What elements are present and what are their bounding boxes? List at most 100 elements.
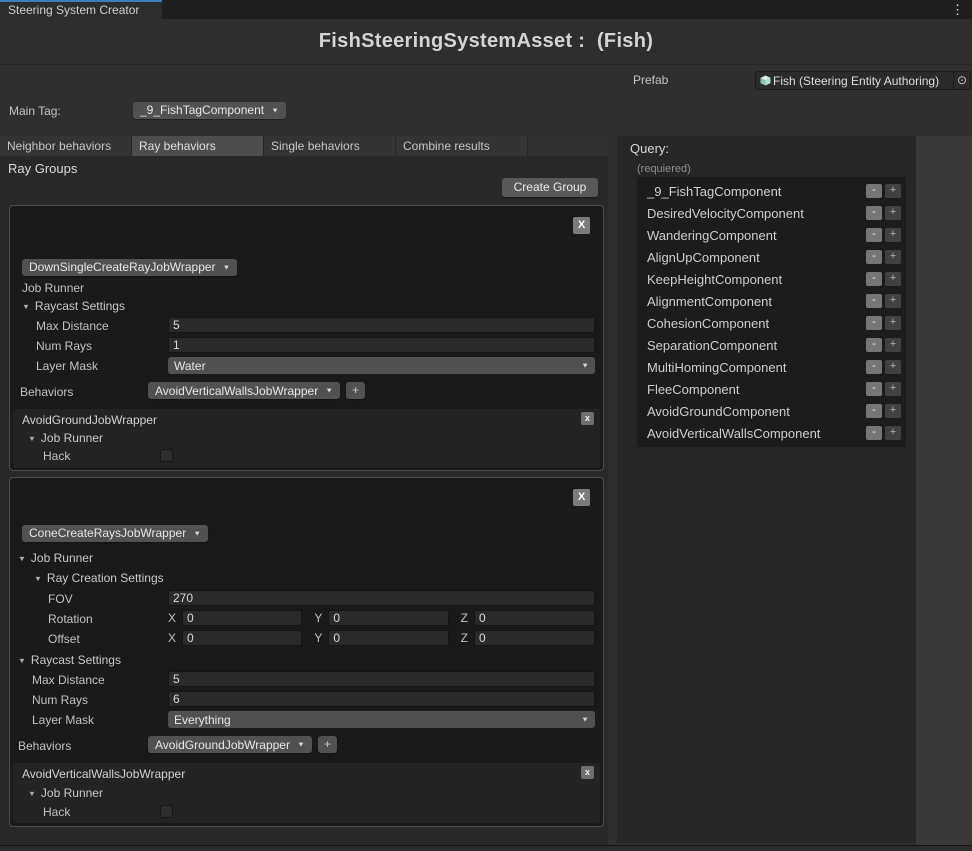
chevron-down-icon: ▼	[297, 741, 305, 749]
max-distance-field[interactable]: 5	[168, 671, 595, 687]
window-tabbar: Steering System Creator ⋮	[0, 0, 972, 19]
foldout-arrow-icon: ▼	[28, 789, 36, 797]
component-minus-button[interactable]: -	[866, 206, 882, 220]
behavior-select-dropdown[interactable]: AvoidVerticalWallsJobWrapper ▼	[148, 382, 340, 399]
component-minus-button[interactable]: -	[866, 294, 882, 308]
tab-label: Combine results	[403, 139, 490, 153]
component-plus-button[interactable]: +	[885, 338, 901, 352]
hack-label: Hack	[43, 449, 70, 463]
max-distance-field[interactable]: 5	[168, 317, 595, 333]
offset-y-cell: Y 0	[314, 630, 448, 646]
steering-system-creator-window: Steering System Creator ⋮ FishSteeringSy…	[0, 0, 972, 851]
add-behavior-button[interactable]: +	[318, 736, 337, 753]
axis-z-label: Z	[461, 631, 468, 645]
component-name: WanderingComponent	[647, 228, 866, 243]
remove-group-button[interactable]: X	[573, 217, 590, 234]
offset-y-field[interactable]: 0	[328, 630, 448, 646]
window-tab-label: Steering System Creator	[8, 3, 139, 17]
window-tab-steering-system-creator[interactable]: Steering System Creator	[0, 0, 162, 19]
remove-behavior-button[interactable]: x	[581, 766, 594, 779]
offset-x-cell: X 0	[168, 630, 302, 646]
component-plus-button[interactable]: +	[885, 382, 901, 396]
prefab-object-field[interactable]: Fish (Steering Entity Authoring) ⊙	[755, 71, 971, 90]
remove-behavior-button[interactable]: x	[581, 412, 594, 425]
component-plus-button[interactable]: +	[885, 272, 901, 286]
rotation-y-cell: Y 0	[314, 610, 448, 626]
component-minus-button[interactable]: -	[866, 228, 882, 242]
tab-ray-behaviors[interactable]: Ray behaviors	[132, 136, 264, 156]
kebab-menu-icon[interactable]: ⋮	[951, 1, 964, 18]
component-minus-button[interactable]: -	[866, 316, 882, 330]
layer-mask-value: Everything	[174, 713, 231, 727]
behavior-item-avoidverticalwalls: AvoidVerticalWallsJobWrapper x ▼ Job Run…	[13, 763, 600, 823]
component-plus-button[interactable]: +	[885, 316, 901, 330]
main-tag-label: Main Tag:	[9, 104, 61, 118]
create-group-button[interactable]: Create Group	[502, 178, 598, 197]
tab-combine-results[interactable]: Combine results	[396, 136, 528, 156]
ray-wrapper-dropdown[interactable]: DownSingleCreateRayJobWrapper ▼	[22, 259, 237, 276]
component-plus-button[interactable]: +	[885, 426, 901, 440]
job-runner-foldout[interactable]: ▼ Job Runner	[28, 786, 103, 800]
component-plus-button[interactable]: +	[885, 294, 901, 308]
component-plus-button[interactable]: +	[885, 250, 901, 264]
add-behavior-button[interactable]: +	[346, 382, 365, 399]
behavior-item-title: AvoidVerticalWallsJobWrapper	[22, 767, 185, 781]
wrapper-dropdown-wrap: ConeCreateRaysJobWrapper ▼	[22, 524, 208, 542]
raycast-settings-foldout[interactable]: ▼ Raycast Settings	[18, 653, 121, 667]
remove-group-button[interactable]: X	[573, 489, 590, 506]
num-rays-field[interactable]: 1	[168, 337, 595, 353]
rotation-x-field[interactable]: 0	[182, 610, 302, 626]
offset-z-field[interactable]: 0	[474, 630, 595, 646]
component-plus-button[interactable]: +	[885, 360, 901, 374]
bottom-scrollbar-track[interactable]	[0, 845, 972, 851]
job-runner-foldout[interactable]: ▼ Job Runner	[28, 431, 103, 445]
tab-neighbor-behaviors[interactable]: Neighbor behaviors	[0, 136, 132, 156]
rotation-z-field[interactable]: 0	[474, 610, 595, 626]
fov-field[interactable]: 270	[168, 590, 595, 606]
component-minus-button[interactable]: -	[866, 426, 882, 440]
object-picker-icon[interactable]: ⊙	[953, 72, 970, 89]
component-minus-button[interactable]: -	[866, 382, 882, 396]
layer-mask-dropdown[interactable]: Everything ▼	[168, 711, 595, 728]
query-component-list: _9_FishTagComponent - + DesiredVelocityC…	[637, 177, 906, 447]
component-minus-button[interactable]: -	[866, 404, 882, 418]
right-gutter	[916, 136, 972, 845]
hack-checkbox[interactable]	[160, 805, 173, 818]
hack-checkbox[interactable]	[160, 449, 173, 462]
tab-single-behaviors[interactable]: Single behaviors	[264, 136, 396, 156]
prefab-cube-icon	[760, 75, 771, 86]
component-name: _9_FishTagComponent	[647, 184, 866, 199]
component-name: AvoidVerticalWallsComponent	[647, 426, 866, 441]
query-required-label: (requiered)	[637, 163, 691, 175]
component-plus-button[interactable]: +	[885, 228, 901, 242]
ray-creation-settings-foldout[interactable]: ▼ Ray Creation Settings	[34, 571, 164, 585]
foldout-label: Raycast Settings	[31, 653, 121, 667]
num-rays-field[interactable]: 6	[168, 691, 595, 707]
component-minus-button[interactable]: -	[866, 250, 882, 264]
rotation-vector-row: X 0 Y 0 Z 0	[168, 610, 595, 626]
layer-mask-label: Layer Mask	[36, 359, 98, 373]
behavior-select-value: AvoidGroundJobWrapper	[155, 738, 290, 752]
component-minus-button[interactable]: -	[866, 360, 882, 374]
main-tag-dropdown[interactable]: _9_FishTagComponent ▼	[133, 102, 286, 119]
component-plus-button[interactable]: +	[885, 404, 901, 418]
component-minus-button[interactable]: -	[866, 272, 882, 286]
axis-x-label: X	[168, 631, 176, 645]
layer-mask-dropdown[interactable]: Water ▼	[168, 357, 595, 374]
offset-x-field[interactable]: 0	[182, 630, 302, 646]
behavior-select-dropdown[interactable]: AvoidGroundJobWrapper ▼	[148, 736, 312, 753]
component-plus-button[interactable]: +	[885, 184, 901, 198]
chevron-down-icon: ▼	[223, 263, 231, 271]
raycast-settings-foldout[interactable]: ▼ Raycast Settings	[22, 299, 125, 313]
component-plus-button[interactable]: +	[885, 206, 901, 220]
component-name: AvoidGroundComponent	[647, 404, 866, 419]
rotation-z-cell: Z 0	[461, 610, 595, 626]
component-minus-button[interactable]: -	[866, 338, 882, 352]
chevron-down-icon: ▼	[325, 387, 333, 395]
job-runner-foldout[interactable]: ▼ Job Runner	[18, 551, 93, 565]
component-minus-button[interactable]: -	[866, 184, 882, 198]
chevron-down-icon: ▼	[581, 716, 589, 724]
ray-wrapper-dropdown[interactable]: ConeCreateRaysJobWrapper ▼	[22, 525, 208, 542]
axis-x-label: X	[168, 611, 176, 625]
rotation-y-field[interactable]: 0	[328, 610, 448, 626]
